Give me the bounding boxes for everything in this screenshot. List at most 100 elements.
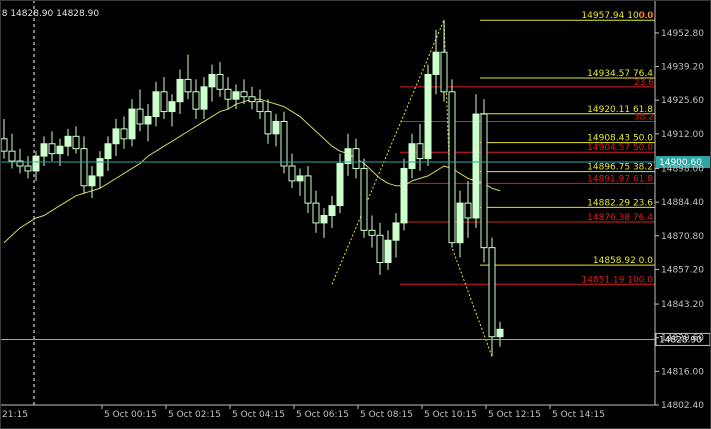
price-tick-label: 14952.80 (661, 29, 704, 39)
fib-level-suffix: 23.6 (634, 78, 654, 88)
fib-level-label: 14896.75 38.2 (587, 163, 653, 173)
candle-body-bull (128, 108, 136, 140)
candle-body-bull (408, 143, 416, 169)
candle-body-bull (208, 73, 216, 88)
fib-level-label: 14851.19 100.0 (581, 275, 653, 285)
candle (400, 158, 408, 231)
candle-body-bear (376, 234, 384, 263)
candle-body-bull (232, 91, 240, 100)
candle-body-bear (280, 120, 288, 167)
candle-body-bull (296, 175, 304, 182)
candle-body-bear (464, 202, 472, 219)
candle-body-bull (336, 163, 344, 207)
header-price-readout: 18 14828.90 14828.90 (0, 9, 99, 19)
candle-body-bear (24, 165, 32, 172)
candle-body-bear (224, 88, 232, 100)
candle-body-bull (104, 143, 112, 160)
fib-level-label: 14891.97 61.8 (587, 174, 653, 184)
candle-body-bull (88, 175, 96, 187)
candle-body-bull (152, 91, 160, 118)
candle-body-bull (328, 205, 336, 216)
candle-body-bull (272, 120, 280, 135)
candle-body-bear (288, 165, 296, 182)
time-tick-label: 5 Oct 12:15 (488, 410, 541, 420)
candle (472, 94, 480, 228)
candle-body-bull (456, 202, 464, 244)
fib-level-label: 14882.29 23.6 (587, 198, 653, 208)
candle-body-bull (96, 158, 104, 177)
candle (448, 79, 456, 248)
candle-body-bull (64, 135, 72, 147)
candle-body-bull (320, 214, 328, 224)
candle (480, 99, 488, 263)
price-tick-label: 14912.00 (661, 130, 704, 140)
candle-body-bull (400, 167, 408, 224)
fib-level-label: 14904.57 50.0 (587, 143, 653, 153)
candle-body-bull (40, 143, 48, 157)
candle-body-bear (416, 143, 424, 160)
candle-body-bear (136, 108, 144, 125)
candle-body-bear (352, 148, 360, 169)
candle-body-bear (216, 73, 224, 90)
candle-body-bear (368, 229, 376, 236)
candle-body-bear (480, 113, 488, 249)
time-tick-label: 5 Oct 00:15 (104, 410, 157, 420)
candle-body-bear (192, 91, 200, 110)
price-tick-label: 14816.00 (661, 367, 704, 377)
fib-level-suffix: 38.2 (634, 112, 654, 122)
candle-body-bull (392, 222, 400, 241)
candle (424, 64, 432, 167)
candle-body-bear (264, 111, 272, 135)
time-tick-label: 5 Oct 06:15 (296, 410, 349, 420)
price-tick-label: 14843.20 (661, 300, 704, 310)
price-chart[interactable]: 14957.94 100.00.014934.57 76.423.614920.… (0, 0, 711, 429)
candle-body-bull (472, 113, 480, 219)
time-tick-label: 5 Oct 10:15 (424, 410, 477, 420)
candle-body-bear (360, 167, 368, 231)
candle-body-bear (448, 91, 456, 244)
candle-body-bull (424, 73, 432, 160)
time-tick-label: 5 Oct 02:15 (168, 410, 221, 420)
time-tick-label: 21:15 (2, 410, 28, 420)
time-tick-label: 5 Oct 14:15 (552, 410, 605, 420)
candle-body-bear (8, 150, 16, 162)
candle-body-bear (0, 138, 8, 152)
candle-body-bull (56, 145, 64, 155)
candle-body-bull (176, 78, 184, 103)
fib-level-label: 14876.38 76.4 (587, 213, 653, 223)
candle-body-bull (168, 101, 176, 113)
candle-body-bear (120, 128, 128, 140)
candle-body-bear (184, 78, 192, 93)
candle-body-bear (80, 148, 88, 187)
candle-body-bull (344, 148, 352, 165)
candle-body-bull (432, 51, 440, 75)
fib-level-label: 14908.43 50.0 (587, 134, 653, 144)
candle-body-bear (312, 202, 320, 224)
price-tick-label: 14884.40 (661, 198, 704, 208)
candle-body-bull (496, 328, 504, 338)
price-tick-label: 14802.40 (661, 401, 704, 411)
candle-body-bull (384, 239, 392, 263)
time-tick-label: 5 Oct 08:15 (360, 410, 413, 420)
time-tick-label: 5 Oct 04:15 (232, 410, 285, 420)
price-tick-label: 14898.00 (661, 164, 704, 174)
candle-body-bear (304, 175, 312, 204)
candle-body-bear (256, 101, 264, 113)
price-tick-label: 14857.20 (661, 265, 704, 275)
price-tick-label: 14829.60 (661, 334, 704, 344)
candle-body-bear (48, 143, 56, 155)
candle-body-bear (488, 247, 496, 338)
price-tick-label: 14939.20 (661, 63, 704, 73)
fib-level-label: 14858.92 0.0 (593, 256, 653, 266)
candle-body-bear (72, 135, 80, 150)
candle (360, 158, 368, 238)
candle-body-bull (200, 86, 208, 110)
candle-body-bull (144, 116, 152, 125)
candle-body-bear (248, 96, 256, 103)
fib-level-suffix: 0.0 (640, 11, 655, 21)
candle-body-bear (160, 91, 168, 113)
price-tick-label: 14870.80 (661, 232, 704, 242)
price-tick-label: 14925.60 (661, 96, 704, 106)
candle-body-bear (240, 91, 248, 98)
candle-body-bear (440, 51, 448, 93)
